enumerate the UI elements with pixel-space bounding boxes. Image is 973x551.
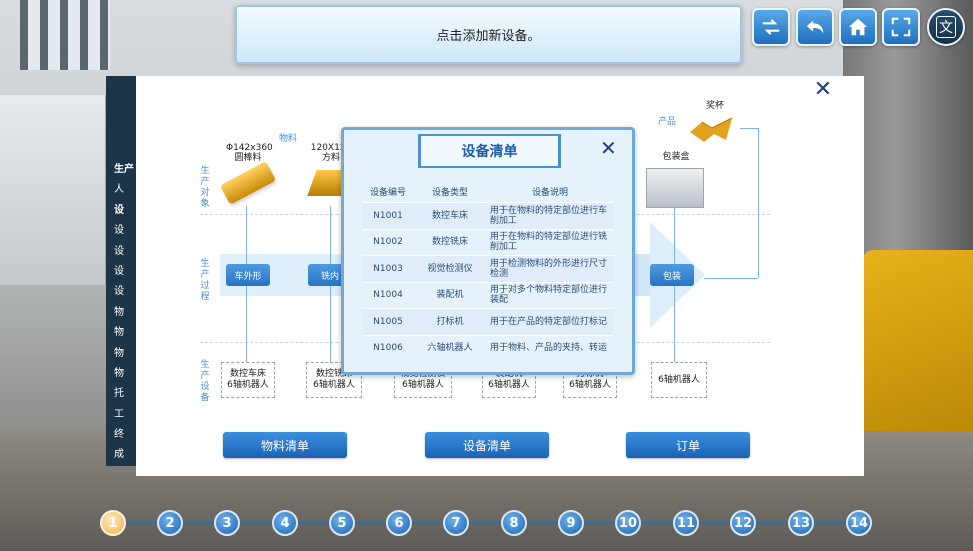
step-6[interactable]: 6 — [386, 510, 412, 536]
step-5[interactable]: 5 — [329, 510, 355, 536]
connector-line — [674, 206, 675, 264]
side-menu-item[interactable]: 设 — [108, 282, 134, 302]
swap-button[interactable] — [752, 8, 790, 46]
row-label-equipment: 生产设备 — [200, 360, 210, 403]
trophy-label: 奖杯 — [705, 101, 724, 111]
connector-line — [246, 286, 247, 362]
fullscreen-button[interactable] — [882, 8, 920, 46]
side-menu-item[interactable]: 终 — [108, 425, 134, 445]
back-icon — [806, 20, 824, 34]
equipment-list-button[interactable]: 设备清单 — [425, 432, 549, 458]
swap-icon — [762, 19, 780, 35]
table-row: N1006 六轴机器人 用于物料、产品的夹持、转运 — [362, 334, 614, 361]
side-menu-item[interactable]: 物 — [108, 323, 134, 343]
equipment-list-modal: 设备清单 ✕ 设备编号 设备类型 设备说明 N1001 数控车床 用于在物料的特定部… — [341, 127, 635, 375]
table-row: N1005 打标机 用于在产品的特定部位打标记 — [362, 308, 614, 335]
package-box-image — [646, 168, 704, 208]
row-label-object: 生产对象 — [200, 166, 210, 209]
table-row: N1002 数控铣床 用于在物料的特定部位进行铣削加工 — [362, 228, 614, 256]
side-menu-item[interactable]: 设 — [108, 221, 134, 241]
product-heading: 产品 — [658, 117, 677, 127]
connector-line — [704, 278, 758, 279]
row-label-process: 生产过程 — [200, 259, 210, 302]
step-2[interactable]: 2 — [157, 510, 183, 536]
connector-line — [246, 206, 247, 264]
order-button[interactable]: 订单 — [626, 432, 750, 458]
materials-list-button[interactable]: 物料清单 — [223, 432, 347, 458]
process-step-packaging[interactable]: 包装 — [650, 264, 694, 286]
side-menu-item[interactable]: 成 — [108, 445, 134, 465]
side-menu-item[interactable]: 设 — [108, 262, 134, 282]
connector-line — [674, 286, 675, 362]
step-9[interactable]: 9 — [558, 510, 584, 536]
column-header: 设备说明 — [486, 180, 614, 203]
equipment-slot[interactable]: 数控车床 6轴机器人 — [221, 362, 275, 398]
back-button[interactable] — [796, 8, 834, 46]
table-row: N1003 视觉检测仪 用于检测物料的外形进行尺寸检测 — [362, 255, 614, 282]
modal-close-button[interactable]: ✕ — [600, 136, 617, 160]
home-icon — [848, 18, 868, 36]
side-menu-item[interactable]: 生产 — [108, 160, 134, 180]
connector-line — [758, 128, 759, 278]
home-button[interactable] — [839, 8, 877, 46]
scene-window — [20, 0, 110, 70]
step-1[interactable]: 1 — [100, 510, 126, 536]
step-7[interactable]: 7 — [443, 510, 469, 536]
step-12[interactable]: 12 — [730, 510, 756, 536]
side-menu: 生产 人 设 设 设 设 设 物 物 物 物 托 工 终 成 — [108, 160, 134, 466]
step-8[interactable]: 8 — [501, 510, 527, 536]
instruction-text: 点击添加新设备。 — [436, 29, 541, 44]
instruction-banner: 点击添加新设备。 — [235, 5, 742, 64]
step-14[interactable]: 14 — [846, 510, 872, 536]
table-row: N1001 数控车床 用于在物料的特定部位进行车削加工 — [362, 202, 614, 229]
scene-machine — [0, 95, 107, 285]
scene-cart — [863, 250, 973, 450]
side-menu-item[interactable]: 人 — [108, 180, 134, 200]
step-4[interactable]: 4 — [272, 510, 298, 536]
column-header: 设备编号 — [362, 180, 414, 203]
step-3[interactable]: 3 — [214, 510, 240, 536]
fullscreen-icon — [891, 17, 911, 37]
package-label: 包装盒 — [662, 152, 690, 162]
equipment-slot[interactable]: 6轴机器人 — [651, 362, 707, 398]
modal-title: 设备清单 — [418, 134, 561, 168]
step-13[interactable]: 13 — [788, 510, 814, 536]
step-10[interactable]: 10 — [615, 510, 641, 536]
translate-icon: 文 — [936, 16, 956, 38]
column-header: 设备类型 — [414, 180, 486, 203]
connector-line — [330, 286, 331, 362]
trophy-icon — [690, 117, 733, 142]
side-menu-item[interactable]: 物 — [108, 303, 134, 323]
material-caption: Φ142x360 圆棒料 — [226, 143, 273, 163]
process-step-turning[interactable]: 车外形 — [226, 264, 270, 286]
side-menu-item[interactable]: 物 — [108, 364, 134, 384]
side-menu-item[interactable]: 设 — [108, 242, 134, 262]
side-menu-item[interactable]: 工 — [108, 405, 134, 425]
side-menu-item[interactable]: 托 — [108, 384, 134, 404]
table-row: N1004 装配机 用于对多个物料特定部位进行装配 — [362, 281, 614, 309]
panel-close-button[interactable]: ✕ — [812, 79, 834, 102]
equipment-table: 设备编号 设备类型 设备说明 N1001 数控车床 用于在物料的特定部位进行车削加工… — [362, 180, 614, 361]
connector-line — [740, 128, 758, 129]
step-progress-bar: 1 2 3 4 5 6 7 8 9 10 11 12 13 14 — [98, 508, 876, 538]
materials-heading: 物料 — [279, 134, 298, 144]
step-11[interactable]: 11 — [673, 510, 699, 536]
side-menu-item[interactable]: 设 — [108, 201, 134, 221]
connector-line — [330, 206, 331, 264]
translate-button[interactable]: 文 — [927, 8, 965, 46]
side-menu-item[interactable]: 物 — [108, 344, 134, 364]
